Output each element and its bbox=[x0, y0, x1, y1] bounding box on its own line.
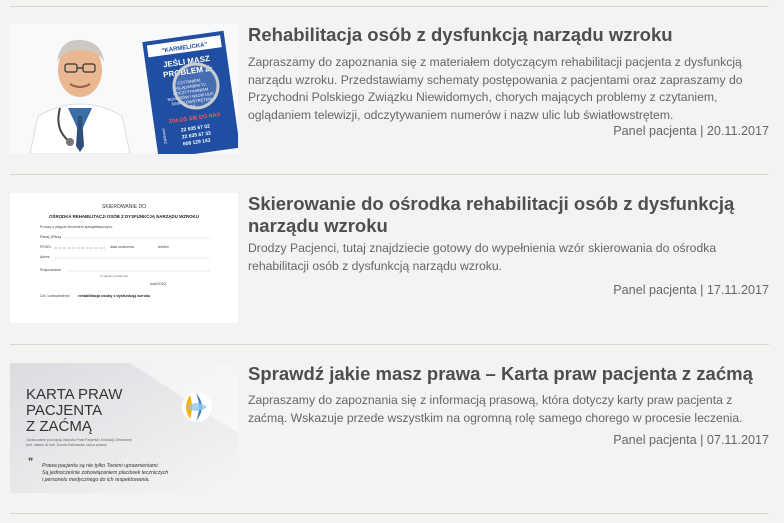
card-quote-2: Są jednocześnie zobowiązaniem placówek l… bbox=[42, 470, 168, 476]
article-date: 20.11.2017 bbox=[706, 124, 769, 138]
article-item: "KARMELICKA" JEŚLI MASZ PROBLEM Z: CZYTA… bbox=[10, 24, 769, 156]
divider-3 bbox=[10, 513, 769, 514]
top-divider bbox=[10, 6, 769, 7]
card-line2: PACJENTA bbox=[26, 402, 102, 419]
article-title[interactable]: Skierowanie do ośrodka rehabilitacji osó… bbox=[248, 193, 769, 237]
form-row-7: kod(ICD10) bbox=[150, 282, 166, 286]
article-title[interactable]: Rehabilitacja osób z dysfunkcją narządu … bbox=[248, 24, 769, 46]
card-note2: prof. nadzw. dr hab. Dorota Karkowska, r… bbox=[26, 443, 107, 447]
article-thumbnail[interactable]: SKIEROWANIE DO OŚRODKA REHABILITACJI OSÓ… bbox=[10, 193, 238, 323]
form-row-4: Adres bbox=[40, 255, 50, 259]
card-quote-1: Prawa pacjenta są nie tylko Twoimi upraw… bbox=[42, 463, 159, 469]
article-thumbnail[interactable]: "KARMELICKA" JEŚLI MASZ PROBLEM Z: CZYTA… bbox=[10, 24, 238, 154]
article-item: SKIEROWANIE DO OŚRODKA REHABILITACJI OSÓ… bbox=[10, 193, 769, 325]
article-category[interactable]: Panel pacjenta bbox=[613, 283, 696, 297]
form-row-8b: rehabilitacja osoby z dysfunkcją wzroku bbox=[78, 294, 151, 298]
institute-logo-icon bbox=[182, 392, 212, 422]
form-row-3c: telefon bbox=[158, 245, 169, 249]
article-meta: Panel pacjenta | 07.11.2017 bbox=[613, 433, 769, 447]
article-category[interactable]: Panel pacjenta bbox=[613, 124, 696, 138]
form-row-6: (z ujęciem problemu) bbox=[100, 274, 128, 278]
form-row-3a: PESEL bbox=[40, 245, 52, 249]
doctor-poster-image: "KARMELICKA" JEŚLI MASZ PROBLEM Z: CZYTA… bbox=[10, 24, 238, 154]
article-date: 17.11.2017 bbox=[706, 283, 769, 297]
article-excerpt: Zapraszamy do zapoznania się z materiałe… bbox=[248, 55, 743, 122]
form-row-3b: data urodzenia bbox=[110, 245, 134, 249]
form-row-5: Rozpoznanie bbox=[40, 268, 61, 272]
form-subheading: OŚRODKA REHABILITACJI OSÓB Z DYSFUNKCJĄ … bbox=[49, 214, 199, 219]
meta-separator: | bbox=[696, 124, 707, 138]
divider-1 bbox=[10, 174, 769, 175]
article-title-link[interactable]: Rehabilitacja osób z dysfunkcją narządu … bbox=[248, 24, 673, 45]
form-row-1: Proszę o objęcie leczeniem specjalistycz… bbox=[40, 225, 113, 229]
form-heading: SKIEROWANIE DO bbox=[102, 204, 146, 210]
article-thumbnail[interactable]: KARTA PRAW PACJENTA Z ZAĆMĄ Opracowanie … bbox=[10, 363, 238, 493]
article-title-link[interactable]: Skierowanie do ośrodka rehabilitacji osó… bbox=[248, 193, 734, 236]
card-line1: KARTA PRAW bbox=[26, 386, 123, 403]
magnifier-icon bbox=[172, 62, 220, 110]
article-excerpt: Drodzy Pacjenci, tutaj znajdziecie gotow… bbox=[248, 241, 717, 273]
article-meta: Panel pacjenta | 17.11.2017 bbox=[613, 283, 769, 297]
article-category[interactable]: Panel pacjenta bbox=[613, 433, 696, 447]
patient-rights-card-image: KARTA PRAW PACJENTA Z ZAĆMĄ Opracowanie … bbox=[10, 363, 238, 493]
meta-separator: | bbox=[696, 283, 707, 297]
article-title[interactable]: Sprawdź jakie masz prawa – Karta praw pa… bbox=[248, 363, 769, 385]
article-excerpt: Zapraszamy do zapoznania się z informacj… bbox=[248, 393, 743, 425]
form-row-2: Pana(-)Panią bbox=[40, 235, 61, 239]
meta-separator: | bbox=[696, 433, 707, 447]
form-row-8a: Cel / uzasadnienie bbox=[40, 294, 70, 298]
card-note1: Opracowanie pod egidą Instytutu Praw Pac… bbox=[26, 438, 132, 442]
card-quote-3: i personelu medycznego do ich respektowa… bbox=[42, 477, 150, 483]
card-line3: Z ZAĆMĄ bbox=[26, 418, 93, 435]
article-item: KARTA PRAW PACJENTA Z ZAĆMĄ Opracowanie … bbox=[10, 363, 769, 495]
quote-icon: ❞ bbox=[28, 457, 33, 468]
referral-form-image: SKIEROWANIE DO OŚRODKA REHABILITACJI OSÓ… bbox=[10, 193, 238, 323]
article-date: 07.11.2017 bbox=[706, 433, 769, 447]
article-meta: Panel pacjenta | 20.11.2017 bbox=[613, 124, 769, 138]
article-title-link[interactable]: Sprawdź jakie masz prawa – Karta praw pa… bbox=[248, 363, 753, 384]
divider-2 bbox=[10, 344, 769, 345]
